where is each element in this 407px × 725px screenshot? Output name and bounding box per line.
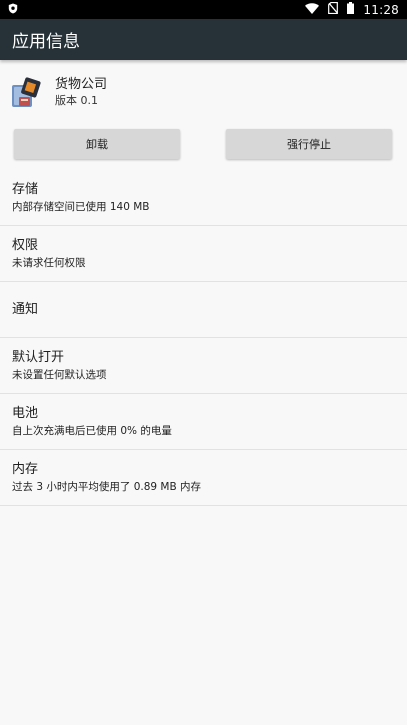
app-version: 版本 0.1 xyxy=(55,93,98,107)
memory-summary: 过去 3 小时内平均使用了 0.89 MB 内存 xyxy=(12,481,202,493)
battery-summary: 自上次充满电后已使用 0% 的电量 xyxy=(12,425,172,437)
app-header: 货物公司 版本 0.1 xyxy=(0,72,407,112)
app-bar: 应用信息 xyxy=(0,19,407,60)
no-sim-icon xyxy=(328,1,339,17)
status-time: 11:28 xyxy=(363,2,399,17)
storage-title: 存储 xyxy=(12,182,39,197)
open-by-default-summary: 未设置任何默认选项 xyxy=(12,369,107,381)
permissions-title: 权限 xyxy=(12,238,39,253)
open-by-default-title: 默认打开 xyxy=(12,350,65,365)
open-by-default-item[interactable]: 默认打开 未设置任何默认选项 xyxy=(0,338,407,394)
shield-icon xyxy=(8,3,18,17)
notifications-title: 通知 xyxy=(12,302,39,317)
memory-item[interactable]: 内存 过去 3 小时内平均使用了 0.89 MB 内存 xyxy=(0,450,407,506)
storage-item[interactable]: 存储 内部存储空间已使用 140 MB xyxy=(0,170,407,226)
battery-icon xyxy=(347,2,355,17)
uninstall-button[interactable]: 卸载 xyxy=(14,129,180,159)
permissions-item[interactable]: 权限 未请求任何权限 xyxy=(0,226,407,282)
page-title: 应用信息 xyxy=(12,32,80,52)
memory-title: 内存 xyxy=(12,462,39,477)
permissions-summary: 未请求任何权限 xyxy=(12,257,86,269)
wifi-icon xyxy=(305,2,320,17)
force-stop-button[interactable]: 强行停止 xyxy=(226,129,392,159)
settings-list: 存储 内部存储空间已使用 140 MB 权限 未请求任何权限 通知 默认打开 未… xyxy=(0,170,407,506)
storage-summary: 内部存储空间已使用 140 MB xyxy=(12,201,150,213)
app-name: 货物公司 xyxy=(55,76,108,92)
status-bar: 11:28 xyxy=(0,0,407,19)
battery-title: 电池 xyxy=(12,406,39,421)
battery-item[interactable]: 电池 自上次充满电后已使用 0% 的电量 xyxy=(0,394,407,450)
app-icon xyxy=(10,75,44,109)
notifications-item[interactable]: 通知 xyxy=(0,282,407,338)
